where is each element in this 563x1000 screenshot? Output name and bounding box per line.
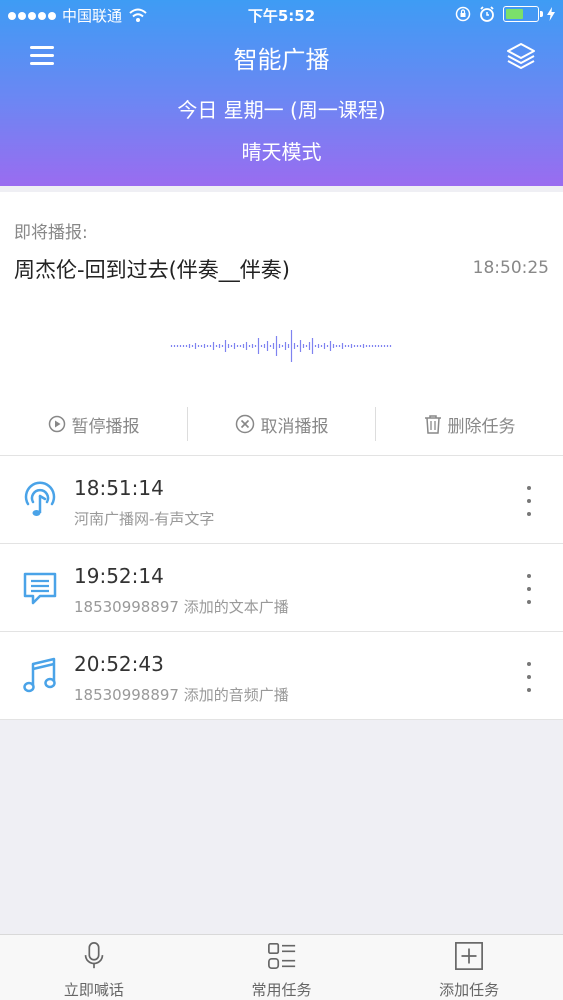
radio-broadcast-icon [24, 481, 56, 516]
tab-label: 常用任务 [251, 981, 312, 999]
weather-mode[interactable]: 晴天模式 [0, 136, 563, 165]
add-square-icon [455, 942, 484, 970]
app-header: 中国联通 下午5:52 智能广播 今日 星期一 (周一课程) 晴天模式 [0, 0, 563, 186]
more-options-icon[interactable] [519, 662, 539, 692]
pause-broadcast-label: 暂停播报 [71, 416, 140, 437]
rotation-lock-icon [455, 6, 471, 22]
cancel-broadcast-label: 取消播报 [260, 416, 329, 437]
upcoming-title: 周杰伦-回到过去(伴奏__伴奏) [14, 258, 290, 282]
text-message-icon [23, 572, 57, 605]
status-icons [455, 6, 555, 22]
battery-icon [503, 6, 543, 22]
task-row[interactable]: 20:52:43 18530998897 添加的音频广播 [0, 632, 563, 720]
tab-label: 立即喊话 [63, 981, 124, 999]
upcoming-time: 18:50:25 [472, 258, 549, 278]
microphone-icon [84, 942, 104, 969]
task-description: 河南广播网-有声文字 [74, 510, 215, 528]
more-options-icon[interactable] [519, 486, 539, 516]
battery-level [506, 9, 523, 19]
alarm-clock-icon [480, 6, 494, 22]
task-row[interactable]: 19:52:14 18530998897 添加的文本广播 [0, 544, 563, 632]
play-circle-icon [48, 415, 65, 433]
delete-task-button[interactable]: 删除任务 [376, 404, 563, 444]
cancel-circle-icon [235, 414, 254, 434]
cancel-broadcast-button[interactable]: 取消播报 [188, 404, 375, 444]
tab-common-tasks[interactable]: 常用任务 [188, 935, 376, 1000]
trash-icon [424, 415, 441, 434]
tab-shout-now[interactable]: 立即喊话 [0, 935, 188, 1000]
more-options-icon[interactable] [519, 574, 539, 604]
upcoming-broadcast-card: 即将播报: 周杰伦-回到过去(伴奏__伴奏) 18:50:25 暂停播报 取消播… [0, 192, 563, 456]
task-time: 18:51:14 [74, 476, 164, 500]
audio-waveform [170, 330, 392, 362]
delete-task-label: 删除任务 [447, 416, 516, 437]
pause-broadcast-button[interactable]: 暂停播报 [0, 404, 187, 444]
upcoming-label: 即将播报: [14, 223, 88, 243]
charging-bolt-icon [547, 7, 555, 21]
task-time: 19:52:14 [74, 564, 164, 588]
layers-icon[interactable] [505, 40, 537, 72]
tab-add-task[interactable]: 添加任务 [375, 935, 563, 1000]
task-description: 18530998897 添加的文本广播 [74, 598, 289, 616]
task-time: 20:52:43 [74, 652, 164, 676]
task-row[interactable]: 18:51:14 河南广播网-有声文字 [0, 456, 563, 544]
task-list: 18:51:14 河南广播网-有声文字 19:52:14 18530998897… [0, 456, 563, 720]
tab-label: 添加任务 [439, 981, 500, 999]
bottom-tab-bar: 立即喊话 常用任务 添加任务 [0, 934, 563, 1000]
task-list-icon [267, 942, 295, 970]
schedule-day: 今日 星期一 (周一课程) [177, 98, 386, 122]
task-description: 18530998897 添加的音频广播 [74, 686, 289, 704]
page-title: 智能广播 [233, 46, 330, 74]
status-bar: 中国联通 下午5:52 [0, 0, 563, 30]
broadcast-actions: 暂停播报 取消播报 删除任务 [0, 404, 563, 444]
music-note-icon [23, 657, 56, 693]
